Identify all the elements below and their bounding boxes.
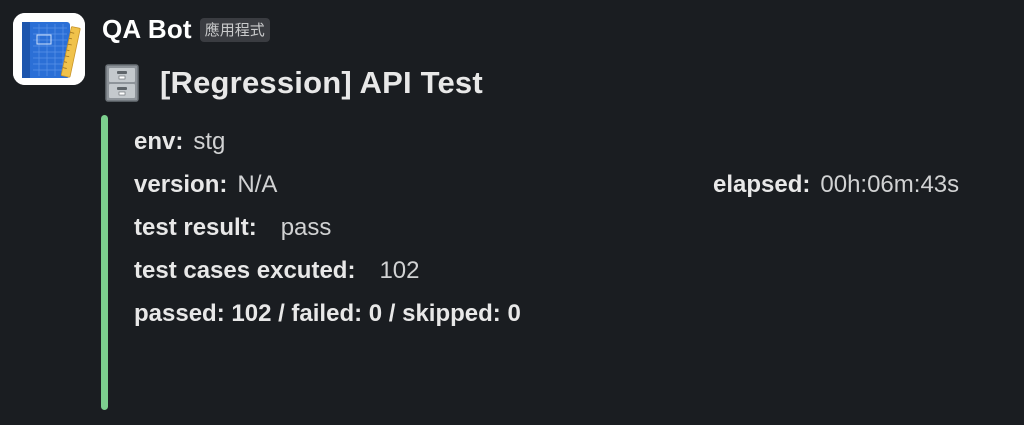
attachment-accent-bar [101, 115, 108, 410]
field-test-cases: test cases excuted: 102 [134, 249, 1014, 292]
bot-name[interactable]: QA Bot [102, 14, 192, 45]
notebook-app-icon [13, 13, 85, 85]
elapsed-value: 00h:06m:43s [820, 171, 960, 198]
bot-message: QA Bot 應用程式 [Regression] API Test env: st… [0, 0, 1024, 425]
version-label: version: [134, 171, 228, 198]
field-elapsed: elapsed: 00h:06m:43s [713, 163, 959, 206]
env-value: stg [193, 128, 226, 155]
test-cases-label: test cases excuted: [134, 257, 356, 284]
message-title-row: [Regression] API Test [104, 60, 483, 106]
message-header: QA Bot 應用程式 [102, 11, 270, 47]
test-cases-value: 102 [379, 257, 420, 284]
elapsed-label: elapsed: [713, 171, 811, 198]
field-summary: passed: 102 / failed: 0 / skipped: 0 [134, 292, 1014, 335]
field-env: env: stg [134, 120, 1014, 163]
app-badge: 應用程式 [199, 18, 270, 42]
test-result-value: pass [280, 214, 332, 241]
message-title: [Regression] API Test [160, 65, 483, 100]
file-cabinet-icon [105, 64, 139, 102]
field-test-result: test result: pass [134, 206, 1014, 249]
test-summary: passed: 102 / failed: 0 / skipped: 0 [134, 300, 521, 327]
field-version: version: N/A elapsed: 00h:06m:43s [134, 163, 1014, 206]
version-value: N/A [237, 171, 278, 198]
bot-avatar[interactable] [13, 13, 85, 85]
env-label: env: [134, 128, 184, 155]
test-result-label: test result: [134, 214, 257, 241]
attachment-fields: env: stg version: N/A elapsed: 00h:06m:43s … [134, 120, 1014, 335]
